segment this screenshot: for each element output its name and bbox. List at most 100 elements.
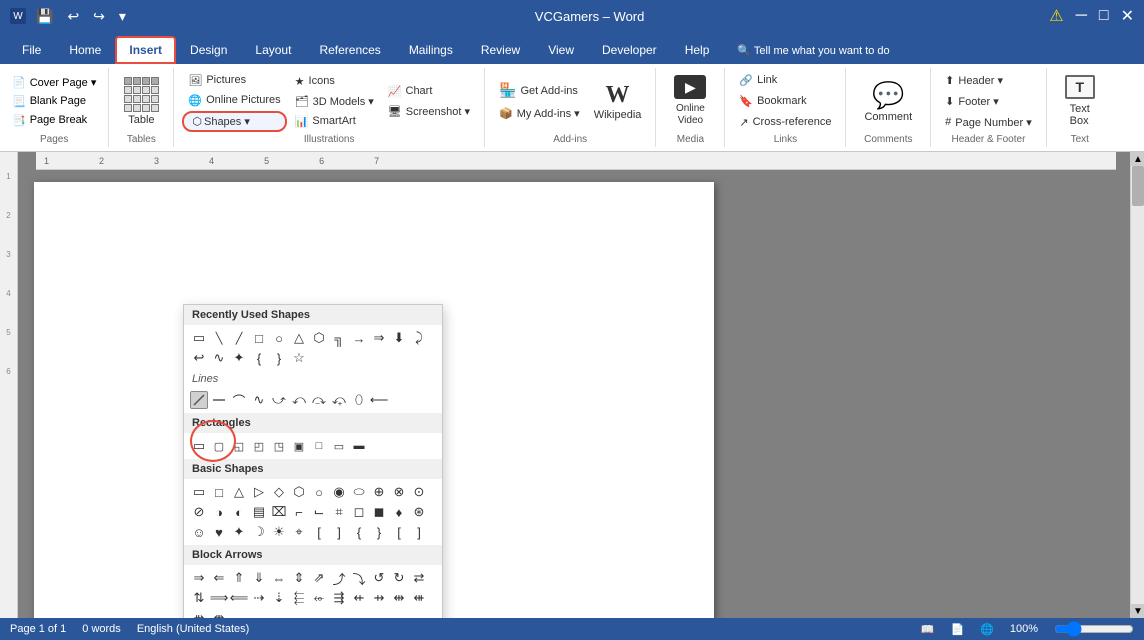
tab-review[interactable]: Review [467,36,534,64]
shape-diag2[interactable]: ╱ [230,329,248,347]
shape-star[interactable]: ✦ [230,349,248,367]
bs36[interactable]: ] [410,523,428,541]
shape-line-dbl[interactable]: ⤻ [270,391,288,409]
bs10[interactable]: ⊕ [370,483,388,501]
bs6[interactable]: ⬡ [290,483,308,501]
ba2[interactable]: ⇐ [210,569,228,587]
ba16[interactable]: ⇢ [250,589,268,607]
ba17[interactable]: ⇣ [270,589,288,607]
scroll-down-btn[interactable]: ▼ [1131,604,1144,618]
close-btn[interactable]: ✕ [1121,6,1134,26]
bs28[interactable]: ☽ [250,523,268,541]
bs1[interactable]: ▭ [190,483,208,501]
tab-design[interactable]: Design [176,36,241,64]
maximize-btn[interactable]: □ [1099,7,1109,25]
shape-line-elbow1[interactable]: ⤺ [290,391,308,409]
bs9[interactable]: ⬭ [350,483,368,501]
shape-rect-v4[interactable]: ▬ [350,437,368,455]
bs35[interactable]: [ [390,523,408,541]
shape-hex[interactable]: ⬡ [310,329,328,347]
footer-btn[interactable]: ⬇ Footer ▾ [939,92,1038,111]
shape-star2[interactable]: ☆ [290,349,308,367]
3d-models-btn[interactable]: 🗂 3D Models ▾ [289,92,380,111]
bs13[interactable]: ⊘ [190,503,208,521]
shape-rect-snip3[interactable]: ◳ [270,437,288,455]
bs12[interactable]: ⊙ [410,483,428,501]
page-number-btn[interactable]: # Page Number ▾ [939,113,1038,132]
view-print-btn[interactable]: 📄 [950,623,964,636]
ba10[interactable]: ↺ [370,569,388,587]
icons-btn[interactable]: ★ Icons [289,72,380,91]
ba6[interactable]: ⇕ [290,569,308,587]
shape-rect-v3[interactable]: ▭ [330,437,348,455]
shape-line-straight[interactable] [210,391,228,409]
tab-mailings[interactable]: Mailings [395,36,467,64]
ba19[interactable]: ⬰ [310,589,328,607]
shape-tri[interactable]: △ [290,329,308,347]
shape-rect-plain[interactable]: ▭ [190,437,208,455]
bs4[interactable]: ▷ [250,483,268,501]
bs3[interactable]: △ [230,483,248,501]
cross-reference-btn[interactable]: ↗ Cross-reference [733,113,837,132]
tab-developer[interactable]: Developer [588,36,671,64]
shape-line-conn2[interactable]: ⟵ [370,391,388,409]
bs8[interactable]: ◉ [330,483,348,501]
tab-insert[interactable]: Insert [115,36,176,64]
bs22[interactable]: ◼ [370,503,388,521]
bs24[interactable]: ⊛ [410,503,428,521]
link-btn[interactable]: 🔗 Link [733,71,837,90]
ba22[interactable]: ⇸ [370,589,388,607]
ba13[interactable]: ⇅ [190,589,208,607]
page-break-btn[interactable]: 📑 Page Break [8,112,100,129]
ba5[interactable]: ⇔ [270,569,288,587]
shape-rect-rounded[interactable]: ▢ [210,437,228,455]
bs2[interactable]: □ [210,483,228,501]
tab-help[interactable]: Help [671,36,724,64]
bs23[interactable]: ♦ [390,503,408,521]
ba11[interactable]: ↻ [390,569,408,587]
shape-line-elbow2[interactable]: ⤼ [310,391,328,409]
ba21[interactable]: ⇷ [350,589,368,607]
bs11[interactable]: ⊗ [390,483,408,501]
ba9[interactable]: ⤵ [350,569,368,587]
shape-diag1[interactable]: ╲ [210,329,228,347]
bookmark-btn[interactable]: 🔖 Bookmark [733,92,837,111]
scroll-thumb[interactable] [1132,166,1144,206]
blank-page-btn[interactable]: 📃 Blank Page [8,93,100,110]
bs17[interactable]: ⌧ [270,503,288,521]
bs30[interactable]: ⌖ [290,523,308,541]
shape-wave[interactable]: ∿ [210,349,228,367]
view-web-btn[interactable]: 🌐 [980,623,994,636]
shape-arr1[interactable]: → [350,329,368,347]
comment-btn[interactable]: 💬 Comment [854,76,922,127]
chart-btn[interactable]: 📈 Chart [382,82,476,101]
tab-layout[interactable]: Layout [241,36,305,64]
undo-qat[interactable]: ↩ [63,6,83,27]
online-video-btn[interactable]: ▶ OnlineVideo [664,71,716,131]
shape-line-conn1[interactable]: ⬯ [350,391,368,409]
ba3[interactable]: ⇑ [230,569,248,587]
shape-line-elbow3[interactable]: ⤽ [330,391,348,409]
ba25[interactable]: ⇻ [190,609,208,618]
shape-line-curved[interactable]: ⌒ [230,391,248,409]
ba18[interactable]: ⬱ [290,589,308,607]
bs29[interactable]: ☀ [270,523,288,541]
redo-qat[interactable]: ↪ [89,6,109,27]
shape-rect-v2[interactable]: □ [310,437,328,455]
shape-brace1[interactable]: { [250,349,268,367]
bs5[interactable]: ◇ [270,483,288,501]
shape-brace2[interactable]: } [270,349,288,367]
bs7[interactable]: ○ [310,483,328,501]
ba24[interactable]: ⇺ [410,589,428,607]
shape-line-wave[interactable]: ∿ [250,391,268,409]
shape-rect-round2[interactable]: ▣ [290,437,308,455]
bs27[interactable]: ✦ [230,523,248,541]
online-pictures-btn[interactable]: 🌐 Online Pictures [182,91,286,110]
ba23[interactable]: ⇹ [390,589,408,607]
tab-tell-me[interactable]: 🔍 Tell me what you want to do [723,36,903,64]
wikipedia-btn[interactable]: W Wikipedia [588,78,648,125]
tab-references[interactable]: References [305,36,394,64]
scroll-up-btn[interactable]: ▲ [1131,152,1144,166]
shape-circ[interactable]: ○ [270,329,288,347]
cover-page-btn[interactable]: 📄 Cover Page ▾ [8,74,100,91]
